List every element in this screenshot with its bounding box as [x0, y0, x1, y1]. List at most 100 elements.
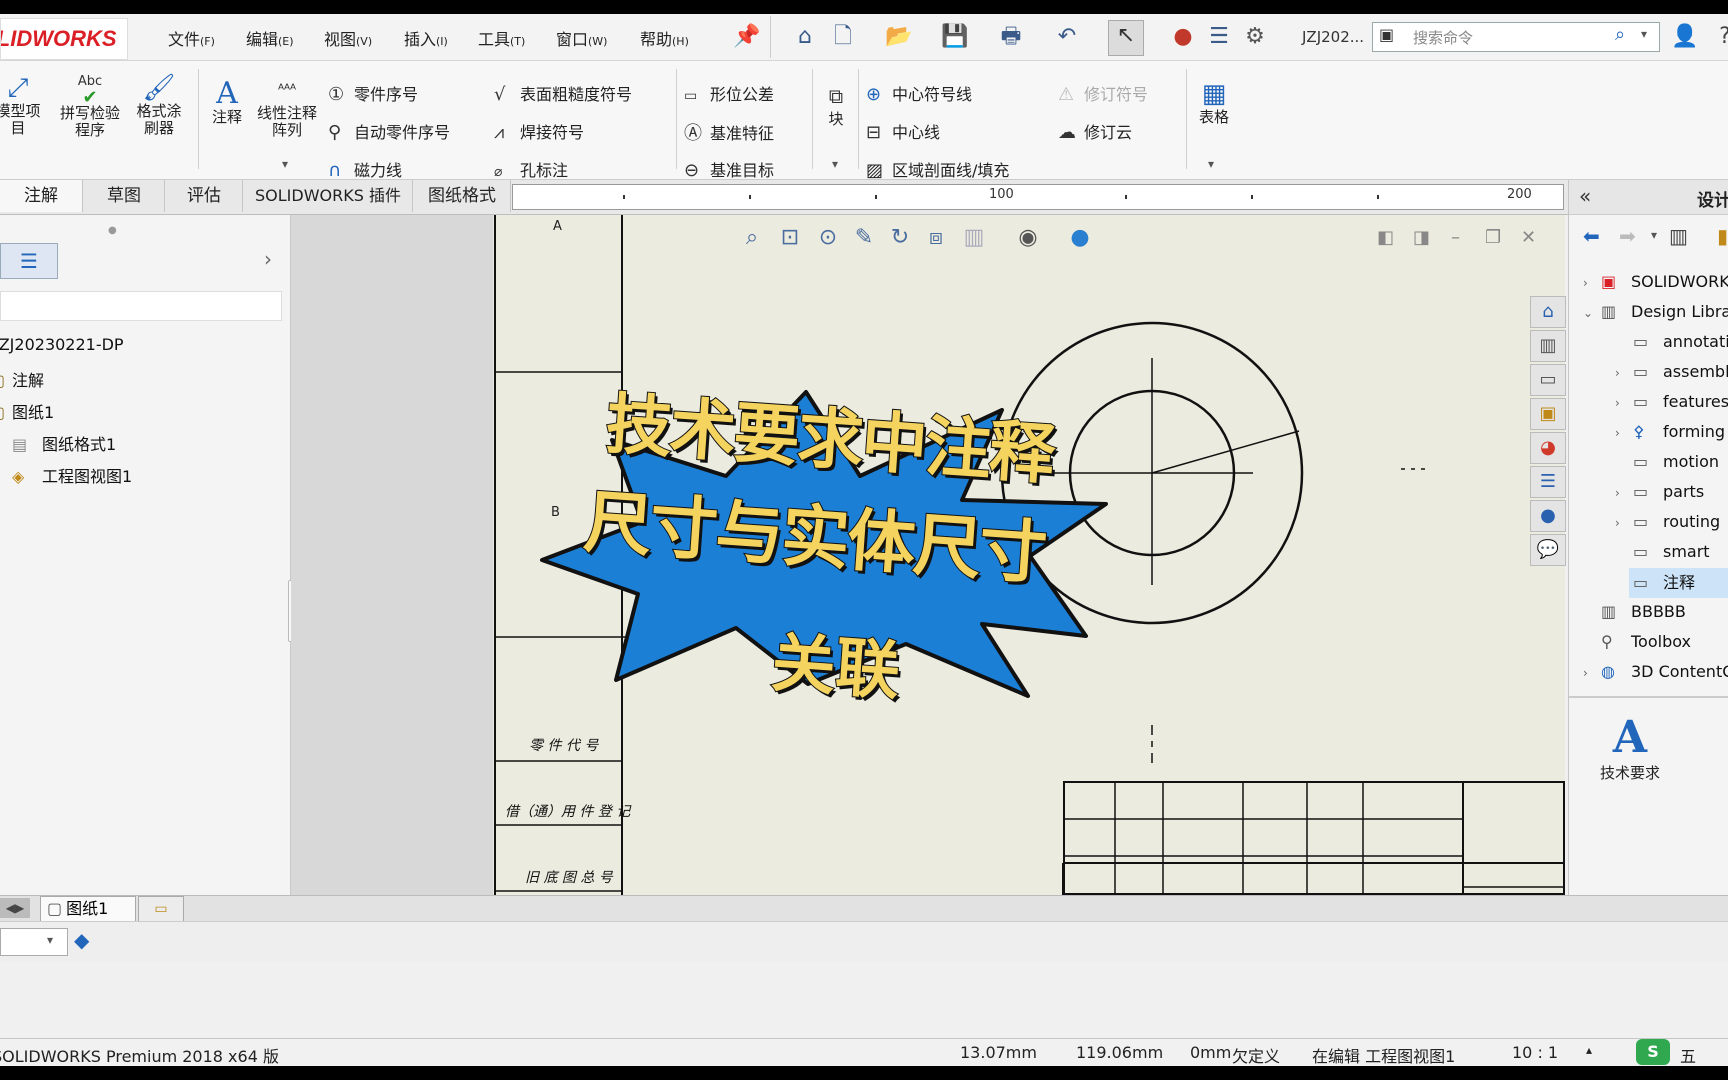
menu-tools[interactable]: 工具(T): [478, 26, 525, 50]
format-painter-button[interactable]: 🖌 格式涂刷器: [130, 73, 188, 137]
library-item-assemblies[interactable]: ›▭assemblies: [1615, 362, 1728, 381]
tile-right-icon[interactable]: ◨: [1413, 227, 1430, 248]
pin-icon[interactable]: 📌: [732, 22, 762, 52]
add-to-library-icon[interactable]: ▥: [1669, 224, 1688, 248]
datum-feature-button[interactable]: Ⓐ 基准特征: [684, 119, 774, 145]
chevron-up-icon[interactable]: ▴: [1586, 1043, 1592, 1057]
geometric-tolerance-button[interactable]: ▭ 形位公差: [684, 81, 774, 105]
tree-root-document[interactable]: JZJ20230221-DP: [0, 335, 124, 354]
input-method-logo-icon[interactable]: S: [1636, 1039, 1670, 1065]
balloon-button[interactable]: ① 零件序号: [328, 81, 418, 105]
blocks-button[interactable]: ⧉ 块: [818, 81, 854, 128]
chevron-down-icon[interactable]: ▾: [1641, 27, 1647, 41]
hide-show-items-icon[interactable]: ◉: [1013, 223, 1043, 253]
home-icon[interactable]: ⌂: [790, 22, 820, 52]
library-item-solidworks[interactable]: ›▣SOLIDWORKS: [1583, 272, 1728, 291]
weld-symbol-button[interactable]: ⩘ 焊接符号: [494, 119, 584, 143]
filter-input[interactable]: [0, 291, 282, 321]
library-item-notes-selected[interactable]: ▭ 注释: [1629, 568, 1728, 598]
sheet-tab-1[interactable]: ▢ 图纸1: [40, 896, 136, 922]
spell-check-button[interactable]: Abc ✔ 拼写检验程序: [60, 73, 120, 139]
file-properties-icon[interactable]: ☰: [1204, 22, 1234, 52]
chevron-down-icon[interactable]: ▾: [1651, 228, 1657, 242]
menu-window[interactable]: 窗口(W): [556, 26, 607, 50]
zoom-to-fit-icon[interactable]: ⌕: [737, 223, 767, 253]
restore-icon[interactable]: ❐: [1485, 227, 1501, 248]
library-preview-tech-requirements[interactable]: A 技术要求: [1585, 714, 1675, 783]
options-gear-icon[interactable]: ⚙: [1240, 22, 1270, 52]
status-sheet-scale[interactable]: 10 : 1: [1512, 1043, 1558, 1062]
menu-file[interactable]: 文件(F): [168, 26, 215, 50]
menu-insert[interactable]: 插入(I): [404, 26, 448, 50]
tile-left-icon[interactable]: ◧: [1377, 227, 1394, 248]
previous-view-icon[interactable]: ⊙: [813, 223, 843, 253]
select-cursor-icon[interactable]: ↖: [1108, 20, 1144, 56]
library-item-smart[interactable]: ▭ smart: [1633, 542, 1710, 561]
zoom-to-area-icon[interactable]: ⊡: [775, 223, 805, 253]
help-question-icon[interactable]: ?: [1710, 22, 1728, 52]
layer-icon[interactable]: ◆: [74, 928, 89, 952]
solidworks-logo[interactable]: SOLIDWORKS: [0, 18, 128, 60]
panel-grip[interactable]: ●: [108, 225, 117, 236]
rotate-view-icon[interactable]: ↻: [885, 223, 915, 253]
view-orientation-icon[interactable]: ⧈: [921, 223, 951, 253]
search-commands-field[interactable]: ▣ 搜索命令 ⌕ ▾: [1372, 22, 1660, 52]
tree-item-annotations[interactable]: ▢注解: [0, 367, 44, 391]
tab-annotation[interactable]: 注解: [0, 180, 83, 212]
configuration-select[interactable]: ▾: [0, 928, 68, 956]
display-style-icon[interactable]: ▥: [959, 223, 989, 253]
library-item-parts[interactable]: › ▭ parts: [1615, 482, 1704, 501]
tab-evaluate[interactable]: 评估: [166, 180, 243, 212]
revision-cloud-button[interactable]: ☁ 修订云: [1058, 119, 1132, 143]
minimize-icon[interactable]: –: [1451, 227, 1460, 248]
collapse-panel-icon[interactable]: «: [1579, 184, 1591, 208]
library-item-design-library[interactable]: ⌄▥Design Library: [1583, 302, 1728, 321]
library-item-3d-contentcentral[interactable]: ›◍3D ContentCentral: [1583, 662, 1728, 681]
forward-arrow-icon[interactable]: ➡: [1619, 224, 1636, 248]
undo-icon[interactable]: ↶: [1052, 22, 1082, 52]
menu-edit[interactable]: 编辑(E): [246, 26, 294, 50]
add-file-location-icon[interactable]: ▮: [1717, 224, 1728, 248]
appearance-globe-icon[interactable]: ●: [1065, 223, 1095, 253]
task-pane-3d-content-icon[interactable]: ●: [1530, 500, 1566, 532]
surface-finish-button[interactable]: √ 表面粗糙度符号: [494, 81, 632, 105]
scroll-sheets-icon[interactable]: ◀▶: [0, 898, 30, 918]
library-item-forming[interactable]: › ⚴ forming: [1615, 422, 1725, 441]
tree-item-drawing-view1[interactable]: ◈ 工程图视图1: [12, 463, 132, 487]
task-pane-design-library-icon[interactable]: ▥: [1530, 330, 1566, 362]
note-button[interactable]: A 注释: [204, 79, 250, 126]
input-method-mode[interactable]: 五: [1680, 1043, 1696, 1066]
task-pane-home-icon[interactable]: ⌂: [1530, 296, 1566, 328]
library-item-routing[interactable]: › ▭ routing: [1615, 512, 1720, 531]
library-item-annotations[interactable]: ▭annotations: [1633, 332, 1728, 351]
center-mark-button[interactable]: ⊕ 中心符号线: [866, 81, 972, 105]
library-item-motion[interactable]: ▭ motion: [1633, 452, 1719, 471]
auto-balloon-button[interactable]: ⚲ 自动零件序号: [328, 119, 450, 143]
chevron-right-icon[interactable]: ›: [264, 247, 272, 271]
area-hatch-fill-button[interactable]: ▨ 区域剖面线/填充: [866, 157, 1009, 181]
tab-sheet-format[interactable]: 图纸格式: [414, 180, 511, 212]
tables-button[interactable]: ▦ 表格: [1190, 79, 1238, 126]
library-item-toolbox[interactable]: ⚲ Toolbox: [1601, 632, 1691, 651]
task-pane-appearances-icon[interactable]: ◕: [1530, 432, 1566, 464]
linear-note-pattern-button[interactable]: ᴬᴬᴬ 线性注释阵列: [256, 75, 318, 139]
magnetic-line-button[interactable]: ∩ 磁力线: [328, 157, 402, 181]
close-icon[interactable]: ✕: [1521, 227, 1536, 248]
tree-item-sheet-format1[interactable]: ▤ 图纸格式1: [12, 431, 116, 455]
library-item-features[interactable]: › ▭ features: [1615, 392, 1728, 411]
add-sheet-icon[interactable]: ▭: [138, 896, 184, 922]
hole-callout-button[interactable]: ⌀ 孔标注: [494, 157, 568, 181]
new-document-icon[interactable]: 🗋: [828, 22, 858, 52]
library-item-bbbbb[interactable]: ▥ BBBBB: [1601, 602, 1686, 621]
back-arrow-icon[interactable]: ⬅: [1583, 224, 1600, 248]
rebuild-traffic-light-icon[interactable]: ●: [1168, 22, 1198, 52]
tab-sketch[interactable]: 草图: [84, 180, 165, 212]
task-pane-view-palette-icon[interactable]: ▣: [1530, 398, 1566, 430]
tree-item-sheet1[interactable]: ▢图纸1: [0, 399, 54, 423]
task-pane-forum-icon[interactable]: 💬: [1530, 534, 1566, 566]
print-icon[interactable]: 🖶: [996, 22, 1026, 52]
task-pane-file-explorer-icon[interactable]: ▭: [1530, 364, 1566, 396]
pan-icon[interactable]: ✎: [849, 223, 879, 253]
model-items-button[interactable]: ⤢ 模型项目: [0, 73, 44, 137]
save-icon[interactable]: 💾: [940, 22, 970, 52]
